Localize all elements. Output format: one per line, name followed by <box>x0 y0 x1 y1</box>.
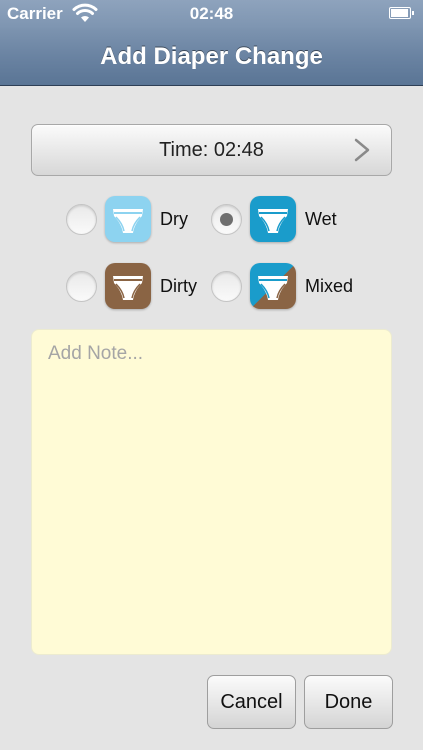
chevron-right-icon <box>354 138 370 162</box>
radio-dirty[interactable] <box>66 270 97 302</box>
done-button-label: Done <box>324 690 373 713</box>
option-dirty[interactable]: Dirty <box>66 263 197 309</box>
cancel-button-label: Cancel <box>220 690 283 713</box>
status-time: 02:48 <box>189 4 234 23</box>
option-mixed-label: Mixed <box>305 275 354 296</box>
radio-wet[interactable] <box>211 203 242 235</box>
wet-diaper-icon <box>250 196 296 242</box>
navigation-bar: Add Diaper Change <box>0 28 423 86</box>
option-dry[interactable]: Dry <box>66 196 188 242</box>
radio-mixed[interactable] <box>211 270 242 302</box>
option-dry-label: Dry <box>160 208 188 229</box>
mixed-diaper-icon <box>250 263 296 309</box>
status-bar: Carrier 02:48 <box>0 0 423 28</box>
page-title: Add Diaper Change <box>100 42 323 70</box>
cancel-button[interactable]: Cancel <box>207 675 296 729</box>
radio-dry[interactable] <box>66 203 97 235</box>
time-picker-button[interactable]: Time: 02:48 <box>31 124 392 176</box>
option-mixed[interactable]: Mixed <box>211 263 353 309</box>
done-button[interactable]: Done <box>304 675 393 729</box>
option-wet-label: Wet <box>305 208 337 229</box>
note-container <box>31 329 392 655</box>
time-label: Time: 02:48 <box>159 138 264 161</box>
note-input[interactable] <box>32 330 391 654</box>
dry-diaper-icon <box>105 196 151 242</box>
option-dirty-label: Dirty <box>160 275 197 296</box>
battery-icon <box>389 7 414 19</box>
dirty-diaper-icon <box>105 263 151 309</box>
option-wet[interactable]: Wet <box>211 196 337 242</box>
